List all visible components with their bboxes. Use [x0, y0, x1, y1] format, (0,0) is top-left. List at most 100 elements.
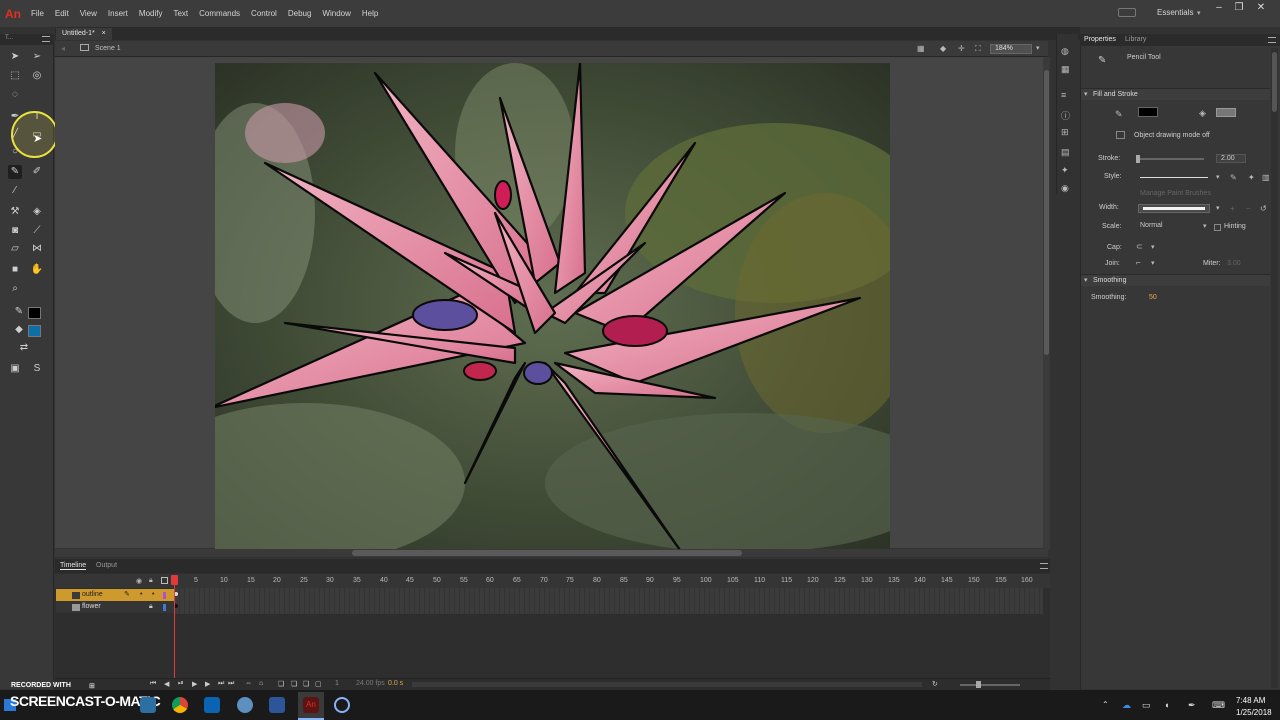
color-panel-icon[interactable]: ◍ [1061, 46, 1069, 57]
brush-tool-icon[interactable]: ⁄ [8, 184, 22, 198]
paint-brush-tool-icon[interactable]: ✐ [30, 165, 44, 179]
volume-icon[interactable]: ◖ [1164, 700, 1169, 710]
network-icon[interactable]: ▭ [1142, 700, 1151, 711]
timeline-horizontal-scrollbar[interactable] [412, 682, 922, 687]
step-forward-icon[interactable]: ▶ [192, 680, 197, 688]
brush-options-icon[interactable]: ▥ [1262, 173, 1270, 182]
pencil-tool-icon[interactable]: ✎ [8, 165, 22, 179]
loop-icon[interactable]: ⇔ [245, 680, 252, 687]
tab-timeline[interactable]: Timeline [60, 562, 87, 570]
cap-style-icon[interactable]: ⊂ [1136, 242, 1143, 251]
stroke-slider-track[interactable] [1136, 158, 1204, 160]
sync-icon[interactable]: ↻ [932, 680, 938, 688]
modify-markers-icon[interactable]: ▢ [315, 680, 322, 688]
chevron-down-icon[interactable]: ▾ [1036, 44, 1040, 52]
clip-stage-icon[interactable]: ▦ [917, 44, 925, 53]
motion-presets-panel-icon[interactable]: ✦ [1061, 165, 1069, 176]
camera-tool-icon[interactable]: ■ [8, 263, 22, 277]
snap-to-objects-icon[interactable]: ▣ [8, 362, 22, 376]
tab-output[interactable]: Output [96, 562, 117, 569]
center-frame-icon[interactable]: ⌂ [259, 680, 263, 687]
smoothing-value[interactable]: 50 [1149, 294, 1157, 301]
maximize-button[interactable]: ❐ [1230, 2, 1248, 14]
lasso-tool-icon[interactable]: ◌ [8, 88, 22, 102]
join-style-icon[interactable]: ⌐ [1136, 258, 1141, 267]
properties-scroll-thumb[interactable] [1272, 52, 1277, 112]
frame-grid[interactable] [175, 588, 1043, 614]
fill-none-swatch[interactable] [1216, 108, 1236, 117]
outlook-icon[interactable] [204, 697, 220, 713]
free-transform-tool-icon[interactable]: ⬚ [8, 69, 22, 83]
close-window-button[interactable]: ✕ [1252, 2, 1270, 14]
stroke-color-swatch[interactable] [28, 307, 41, 319]
fit-stage-icon[interactable]: ⛶ [975, 44, 981, 54]
hinting-checkbox[interactable] [1214, 224, 1221, 231]
lock-icon[interactable]: 🔒︎ [149, 601, 153, 613]
components-panel-icon[interactable]: ▤ [1061, 147, 1070, 158]
transform-panel-icon[interactable]: ⊞ [1061, 127, 1069, 138]
chevron-down-icon[interactable]: ▾ [1216, 204, 1220, 212]
swatches-panel-icon[interactable]: ▦ [1061, 64, 1070, 75]
close-icon[interactable]: × [102, 30, 106, 37]
edit-style-icon[interactable]: ✎ [1230, 173, 1237, 182]
cloud-icon[interactable]: ☁ [1122, 700, 1131, 711]
menu-window[interactable]: Window [322, 9, 350, 18]
stage-vertical-scroll-thumb[interactable] [1044, 70, 1049, 355]
reset-width-icon[interactable]: ↺ [1260, 204, 1267, 213]
menu-help[interactable]: Help [362, 9, 378, 18]
clock-date[interactable]: 1/25/2018 [1236, 708, 1272, 717]
onion-skin-icon[interactable]: ❏ [278, 680, 284, 688]
menu-commands[interactable]: Commands [199, 9, 240, 18]
3d-rotation-tool-icon[interactable]: ◎ [30, 69, 44, 83]
assets-panel-icon[interactable]: ◉ [1061, 183, 1069, 194]
keyboard-icon[interactable]: ⌨ [1212, 700, 1225, 711]
minimize-button[interactable]: – [1210, 2, 1228, 14]
stage-canvas[interactable] [215, 63, 890, 550]
edit-multiple-frames-icon[interactable]: ❏ [303, 680, 309, 688]
workspace-switcher[interactable]: Essentials [1157, 8, 1193, 17]
outline-color-icon[interactable] [163, 592, 166, 599]
panel-menu-icon[interactable] [1268, 37, 1276, 43]
menu-view[interactable]: View [80, 9, 97, 18]
menu-debug[interactable]: Debug [288, 9, 312, 18]
visibility-dot-icon[interactable]: • [140, 589, 142, 601]
fps-readout[interactable]: 24.00 fps [356, 680, 385, 687]
width-profile-dropdown[interactable] [1138, 204, 1210, 213]
tab-properties[interactable]: Properties [1084, 36, 1116, 43]
timeline-zoom-thumb[interactable] [976, 681, 981, 688]
go-to-first-frame-icon[interactable]: ⏮ [150, 680, 156, 688]
stroke-value-input[interactable]: 2.00 [1216, 154, 1246, 163]
fill-color-swatch[interactable] [28, 325, 41, 337]
outline-color-icon[interactable] [163, 604, 166, 611]
panel-menu-icon[interactable] [1040, 563, 1048, 569]
stroke-slider-thumb[interactable] [1136, 155, 1140, 163]
scale-dropdown[interactable]: Normal [1136, 222, 1211, 231]
playhead-handle[interactable] [171, 575, 178, 585]
section-fill-and-stroke[interactable]: ▾ Fill and Stroke [1081, 88, 1270, 100]
back-arrow-icon[interactable]: ◂ [61, 44, 65, 53]
menu-insert[interactable]: Insert [108, 9, 128, 18]
brush-library-icon[interactable]: ✦ [1248, 173, 1255, 182]
chevron-up-icon[interactable]: ⌃ [1102, 700, 1109, 709]
current-frame-readout[interactable]: 1 [335, 680, 339, 687]
stroke-color-swatch[interactable] [1138, 107, 1158, 117]
manage-paint-brushes-button[interactable]: Manage Paint Brushes [1140, 190, 1211, 197]
menu-modify[interactable]: Modify [139, 9, 163, 18]
chevron-down-icon[interactable]: ▾ [1151, 243, 1155, 251]
zoom-input[interactable]: 184% [990, 44, 1032, 54]
zoom-tool-icon[interactable]: ⌕ [8, 282, 22, 296]
chevron-down-icon[interactable]: ▾ [1203, 222, 1207, 230]
center-stage-icon[interactable]: ✛ [958, 44, 965, 53]
outline-toggle-icon[interactable] [161, 577, 168, 584]
eyedropper-tool-icon[interactable]: ⟋ [30, 224, 44, 238]
sync-settings-icon[interactable] [1118, 8, 1136, 17]
document-tab[interactable]: Untitled-1* × [56, 28, 112, 40]
ink-bottle-tool-icon[interactable]: ◙ [8, 224, 22, 238]
delete-width-profile-icon[interactable]: − [1246, 204, 1251, 213]
info-panel-icon[interactable]: ⓘ [1061, 109, 1070, 122]
menu-edit[interactable]: Edit [55, 9, 69, 18]
taskbar-app-icon[interactable] [237, 697, 253, 713]
play-button[interactable]: ▶ [205, 680, 210, 688]
miter-value[interactable]: 3.00 [1227, 260, 1241, 267]
next-keyframe-icon[interactable]: ⏭ [228, 680, 234, 688]
